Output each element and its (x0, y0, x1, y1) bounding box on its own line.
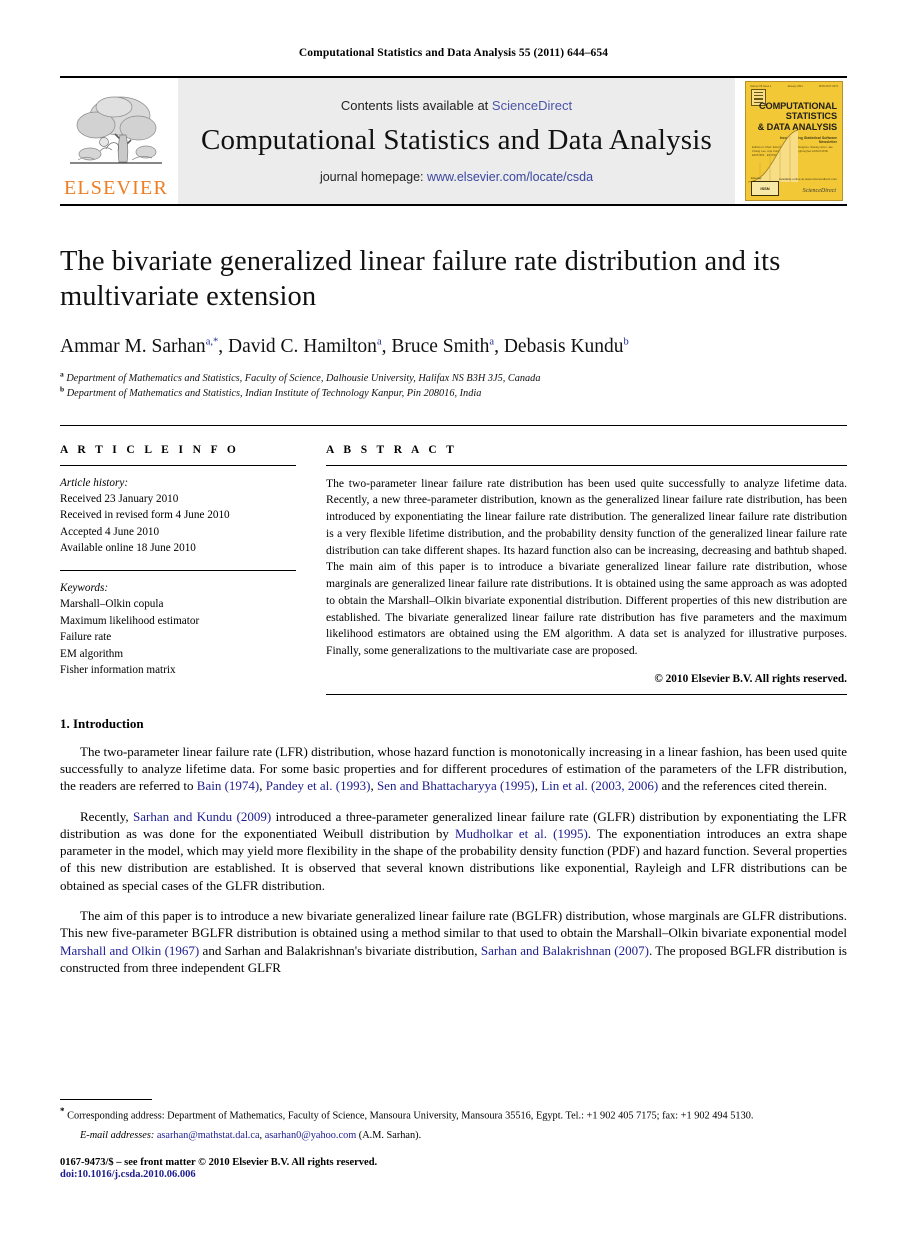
keyword-item: EM algorithm (60, 647, 124, 660)
divider (60, 569, 296, 571)
cover-volume: Volume 55 Issue 1 (750, 85, 772, 88)
homepage-prefix: journal homepage: (319, 170, 427, 184)
author-affiliation-mark: b (623, 336, 629, 348)
elsevier-wordmark: ELSEVIER (63, 177, 169, 199)
citation-link[interactable]: Pandey et al. (1993) (266, 778, 371, 793)
email-link-secondary[interactable]: asarhan0@yahoo.com (265, 1130, 357, 1141)
affiliation-text: Department of Mathematics and Statistics… (66, 372, 541, 384)
section-divider (60, 424, 847, 426)
history-item: Accepted 4 June 2010 (60, 525, 160, 538)
affiliation-mark: a (60, 369, 64, 379)
text-run: The aim of this paper is to introduce a … (60, 908, 847, 941)
keyword-item: Maximum likelihood estimator (60, 614, 200, 627)
author-name[interactable]: Debasis Kundu (504, 336, 624, 357)
corresponding-author-mark: * (60, 1105, 65, 1116)
elsevier-tree-icon (68, 92, 164, 176)
section-title-introduction: 1. Introduction (60, 715, 144, 731)
info-abstract-columns: A R T I C L E I N F O Article history: R… (60, 444, 847, 695)
divider (60, 464, 296, 466)
sciencedirect-link[interactable]: ScienceDirect (492, 98, 572, 113)
email-link-primary[interactable]: asarhan@mathstat.dal.ca (157, 1130, 260, 1141)
citation-link[interactable]: Lin et al. (2003, 2006) (541, 778, 658, 793)
author-affiliation-mark: a,* (205, 336, 219, 348)
cover-top-meta: Volume 55 Issue 1 January 2011 ISSN 0167… (750, 85, 838, 88)
contents-prefix: Contents lists available at (340, 98, 492, 113)
cover-sciencedirect-note: Available online at www.sciencedirect.co… (778, 177, 837, 181)
abstract-column: A B S T R A C T The two-parameter linear… (326, 444, 847, 695)
corresponding-address-text: Corresponding address: Department of Mat… (67, 1110, 754, 1122)
masthead-center: Contents lists available at ScienceDirec… (178, 78, 735, 204)
keyword-item: Failure rate (60, 631, 112, 644)
abstract-copyright: © 2010 Elsevier B.V. All rights reserved… (654, 672, 847, 685)
journal-cover-thumbnail[interactable]: Volume 55 Issue 1 January 2011 ISSN 0167… (741, 78, 847, 204)
cover-elsevier-note: Elsevier (751, 176, 762, 180)
affiliation-mark: b (60, 384, 65, 394)
paragraph: Recently, Sarhan and Kundu (2009) introd… (60, 808, 847, 894)
author-affiliation-mark: a (489, 336, 495, 348)
email-owner: (A.M. Sarhan). (356, 1130, 422, 1141)
history-item: Available online 18 June 2010 (60, 542, 196, 555)
contents-available-line: Contents lists available at ScienceDirec… (341, 98, 572, 113)
journal-homepage-line: journal homepage: www.elsevier.com/locat… (320, 170, 593, 184)
citation-link[interactable]: Mudholkar et al. (1995) (455, 826, 588, 841)
cover-issn: ISSN 0167-9473 (818, 85, 838, 88)
article-title: The bivariate generalized linear failure… (60, 246, 781, 313)
affiliation-item: a Department of Mathematics and Statisti… (60, 369, 847, 386)
author-affiliation-mark: a (376, 336, 382, 348)
cover-sciencedirect-logo: ScienceDirect (802, 188, 836, 194)
cover-image: Volume 55 Issue 1 January 2011 ISSN 0167… (745, 81, 843, 201)
affiliation-item: b Department of Mathematics and Statisti… (60, 384, 847, 401)
journal-homepage-link[interactable]: www.elsevier.com/locate/csda (427, 170, 593, 184)
article-history-block: Article history: Received 23 January 201… (60, 475, 296, 557)
author-name[interactable]: Bruce Smith (391, 336, 489, 357)
running-head: Computational Statistics and Data Analys… (298, 47, 609, 59)
divider (326, 464, 847, 466)
journal-title: Computational Statistics and Data Analys… (200, 124, 712, 156)
paragraph: The aim of this paper is to introduce a … (60, 907, 847, 976)
text-run: and the references cited therein. (658, 778, 828, 794)
author-name[interactable]: Ammar M. Sarhan (60, 336, 206, 357)
history-item: Received 23 January 2010 (60, 492, 179, 505)
citation-link[interactable]: Sen and Bhattacharyya (1995) (377, 778, 535, 793)
page-footnotes: * Corresponding address: Department of M… (60, 1098, 847, 1180)
affiliation-text: Department of Mathematics and Statistics… (66, 388, 482, 400)
abstract-heading: A B S T R A C T (326, 443, 458, 456)
doi-link[interactable]: doi:10.1016/j.csda.2010.06.006 (60, 1169, 847, 1180)
keywords-label: Keywords: (60, 581, 109, 594)
affiliation-list: a Department of Mathematics and Statisti… (60, 369, 847, 402)
author-name[interactable]: David C. Hamilton (228, 336, 377, 357)
divider (326, 693, 847, 695)
journal-masthead: ELSEVIER Contents lists available at Sci… (60, 76, 847, 206)
cover-title-line1: COMPUTATIONAL (759, 101, 837, 111)
keyword-item: Fisher information matrix (60, 664, 176, 677)
paragraph: The two-parameter linear failure rate (L… (60, 743, 847, 795)
history-item: Received in revised form 4 June 2010 (60, 509, 230, 522)
keywords-block: Keywords: Marshall–Olkin copula Maximum … (60, 580, 296, 679)
citation-link[interactable]: Sarhan and Balakrishnan (2007) (481, 943, 649, 958)
text-run: Recently, (80, 808, 134, 824)
cover-barcode-icon: ISSN (751, 181, 779, 196)
issn-copyright-line: 0167-9473/$ – see front matter © 2010 El… (60, 1157, 378, 1168)
article-info-heading: A R T I C L E I N F O (60, 443, 240, 456)
article-info-column: A R T I C L E I N F O Article history: R… (60, 444, 296, 695)
elsevier-logo: ELSEVIER (60, 78, 172, 204)
citation-link[interactable]: Marshall and Olkin (1967) (60, 943, 199, 958)
footnote-divider (60, 1098, 152, 1100)
cover-date: January 2011 (787, 85, 803, 88)
abstract-text: The two-parameter linear failure rate di… (326, 476, 847, 658)
email-addresses-note: E-mail addresses: asarhan@mathstat.dal.c… (60, 1130, 847, 1141)
author-list: Ammar M. Sarhana,*, David C. Hamiltona, … (60, 335, 629, 357)
keyword-item: Marshall–Olkin copula (60, 598, 164, 611)
text-run: and Sarhan and Balakrishnan's bivariate … (199, 942, 481, 958)
article-page: Computational Statistics and Data Analys… (0, 0, 907, 1238)
citation-link[interactable]: Bain (1974) (197, 778, 259, 793)
article-history-label: Article history: (60, 476, 129, 489)
corresponding-address-note: * Corresponding address: Department of M… (60, 1105, 847, 1124)
email-label: E-mail addresses: (80, 1130, 155, 1141)
citation-link[interactable]: Sarhan and Kundu (2009) (133, 809, 271, 824)
cover-title-line2: STATISTICS (785, 111, 837, 122)
